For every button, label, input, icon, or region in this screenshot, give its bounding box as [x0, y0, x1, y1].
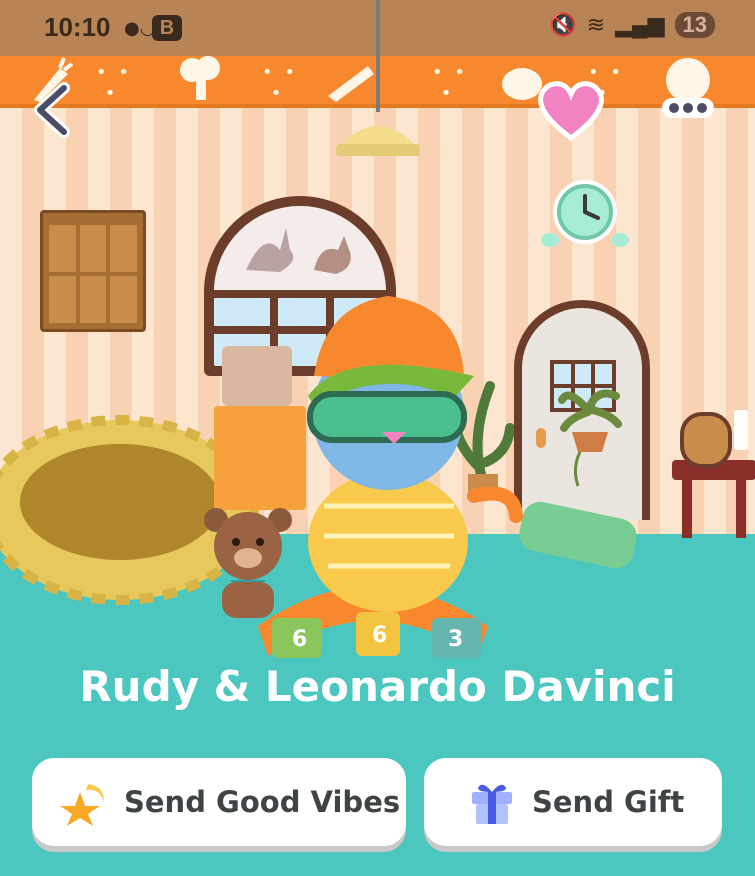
back-arrow-icon[interactable]: [30, 82, 74, 138]
send-gift-label: Send Gift: [532, 785, 685, 819]
more-icon[interactable]: [660, 50, 716, 120]
star-icon: [60, 784, 104, 826]
send-good-vibes-button[interactable]: Send Good Vibes: [32, 758, 406, 846]
alarm-clock-icon[interactable]: [540, 176, 630, 252]
send-good-vibes-label: Send Good Vibes: [124, 785, 401, 819]
broccoli-decoration: [180, 56, 220, 100]
svg-text:6: 6: [372, 623, 387, 648]
room-door: [514, 300, 650, 520]
send-gift-button[interactable]: Send Gift: [424, 758, 722, 846]
ceiling-lamp: [336, 126, 420, 156]
status-icons: 🔇 ≋ ▂▄▆ 13: [549, 12, 715, 38]
svg-text:6: 6: [292, 627, 307, 652]
teddy-bear: [204, 508, 292, 618]
animal-silhouettes: [246, 228, 351, 274]
pet-names-title: Rudy & Leonardo Davinci: [79, 662, 676, 711]
table-leg: [736, 478, 746, 538]
mushroom-lamp: [222, 346, 292, 406]
lamp-cord: [376, 0, 380, 112]
hanging-plant: [558, 389, 622, 487]
gift-icon: [472, 784, 512, 824]
svg-text:3: 3: [448, 627, 463, 652]
carrot-decoration: [328, 66, 374, 102]
photo-frame: [680, 412, 732, 468]
candle: [734, 410, 748, 450]
heart-icon[interactable]: [536, 78, 606, 142]
status-badge: B: [152, 15, 182, 41]
table-leg: [682, 478, 692, 538]
status-time: 10:10: [44, 12, 111, 42]
mute-icon: 🔇: [549, 12, 577, 37]
signal-icon: ▂▄▆: [615, 12, 665, 37]
wifi-icon: ≋: [586, 12, 606, 37]
key-cabinet: [40, 210, 146, 332]
battery-icon: 13: [674, 12, 715, 38]
pet-character: [307, 296, 523, 612]
